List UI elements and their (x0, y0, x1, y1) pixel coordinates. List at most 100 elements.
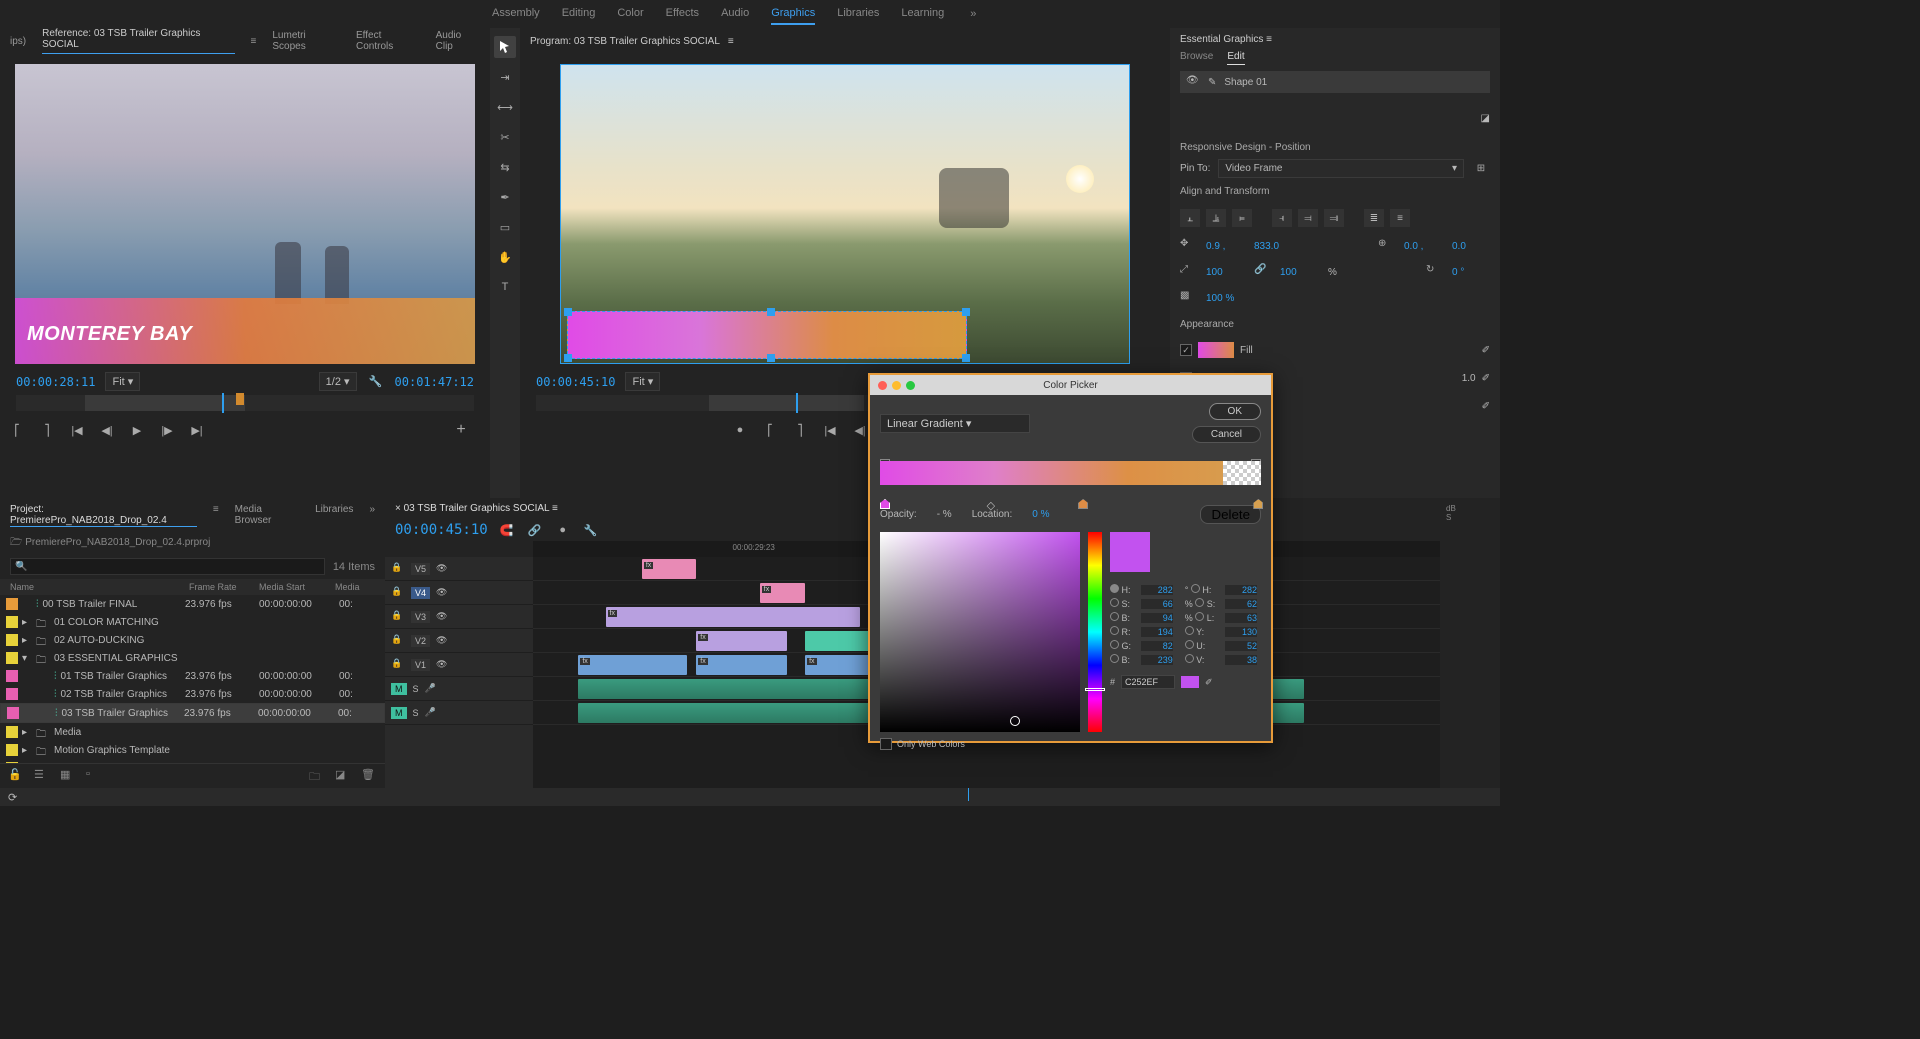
dialog-titlebar[interactable]: Color Picker (870, 375, 1271, 395)
go-out-icon[interactable]: ▶| (188, 421, 206, 439)
minimize-icon[interactable] (892, 381, 901, 390)
ws-assembly[interactable]: Assembly (492, 3, 540, 25)
lock-icon[interactable]: 🔒 (391, 562, 405, 576)
bb-input[interactable] (1141, 655, 1173, 665)
step-back-icon[interactable]: ◀| (851, 421, 869, 439)
project-item[interactable]: ▸🗀Media (0, 723, 385, 741)
menu-icon[interactable]: ≡ (213, 504, 219, 527)
gradient-type-select[interactable]: Linear Gradient ▾ (880, 414, 1030, 433)
mark-in-icon[interactable]: ⎡ (761, 421, 779, 439)
new-layer-icon[interactable]: ◪ (1481, 113, 1490, 124)
reference-monitor[interactable]: MONTEREY BAY (15, 64, 475, 364)
sync-icon[interactable]: ⟳ (8, 791, 17, 804)
eg-tab-browse[interactable]: Browse (1180, 51, 1213, 65)
col-name[interactable]: Name (10, 582, 189, 592)
align-bottom-icon[interactable]: ⫥ (1324, 209, 1344, 227)
opacity[interactable]: 100 % (1206, 293, 1244, 304)
hand-tool-icon[interactable]: ✋ (494, 246, 516, 268)
project-item[interactable]: ▸🗀Motion Graphics Template (0, 741, 385, 759)
track-v2[interactable]: V2 (411, 635, 430, 647)
go-in-icon[interactable]: |◀ (821, 421, 839, 439)
opacity-stop[interactable] (880, 449, 890, 459)
distribute-v-icon[interactable]: ≡ (1390, 209, 1410, 227)
zoom-icon[interactable] (906, 381, 915, 390)
align-right-icon[interactable]: ⫢ (1232, 209, 1252, 227)
g-radio[interactable] (1110, 640, 1119, 649)
track-a2[interactable]: M (391, 707, 407, 719)
opacity-stop[interactable] (1251, 449, 1261, 459)
cancel-button[interactable]: Cancel (1192, 426, 1261, 443)
linked-sel-icon[interactable]: 🔗 (526, 521, 544, 539)
rotation[interactable]: 0 ° (1452, 267, 1490, 278)
track-v3[interactable]: V3 (411, 611, 430, 623)
lock-icon[interactable]: 🔒 (391, 658, 405, 672)
layer-row[interactable]: 👁 ✎ Shape 01 (1180, 71, 1490, 93)
eg-tab-edit[interactable]: Edit (1227, 51, 1244, 65)
add-marker-icon[interactable]: + (452, 421, 470, 439)
menu-icon[interactable]: ≡ (251, 36, 257, 47)
ws-audio[interactable]: Audio (721, 3, 749, 25)
track-select-tool-icon[interactable]: ⇥ (494, 66, 516, 88)
align-left-icon[interactable]: ⫠ (1180, 209, 1200, 227)
ref-timecode-left[interactable]: 00:00:28:11 (16, 375, 95, 389)
pin-to-select[interactable]: Video Frame ▾ (1218, 159, 1464, 178)
col-media[interactable]: Media (335, 582, 375, 592)
align-middle-icon[interactable]: ⫤ (1298, 209, 1318, 227)
toggle-icon[interactable]: 👁 (436, 635, 447, 646)
align-top-icon[interactable]: ⫣ (1272, 209, 1292, 227)
close-icon[interactable] (878, 381, 887, 390)
r-input[interactable] (1141, 627, 1173, 637)
l-radio[interactable] (1195, 612, 1204, 621)
color-stop[interactable] (1078, 489, 1088, 499)
razor-tool-icon[interactable]: ✂ (494, 126, 516, 148)
eyedropper-icon[interactable]: ✐ (1482, 373, 1490, 384)
project-item[interactable]: ▾🗀03 ESSENTIAL GRAPHICS (0, 649, 385, 667)
toggle-icon[interactable]: 👁 (436, 659, 447, 670)
mark-out-icon[interactable]: ⎤ (791, 421, 809, 439)
program-monitor[interactable] (560, 64, 1130, 364)
eyedropper-icon[interactable]: ✐ (1205, 677, 1213, 688)
pin-grid-icon[interactable]: ⊞ (1472, 160, 1490, 178)
delete-icon[interactable]: 🗑 (361, 768, 377, 784)
ws-libraries[interactable]: Libraries (837, 3, 879, 25)
hex-input[interactable] (1121, 675, 1175, 689)
mic-icon[interactable]: 🎤 (425, 707, 436, 718)
pos-x[interactable]: 0.9 , (1206, 241, 1244, 252)
markers-icon[interactable]: ● (554, 521, 572, 539)
delete-stop-button[interactable]: Delete (1200, 505, 1261, 524)
add-marker-icon[interactable]: ● (731, 421, 749, 439)
freeform-view-icon[interactable]: ▫ (86, 768, 102, 784)
lock-icon[interactable]: 🔒 (391, 634, 405, 648)
mark-out-icon[interactable]: ⎤ (38, 421, 56, 439)
y-radio[interactable] (1185, 626, 1194, 635)
project-item[interactable]: ⫶03 TSB Trailer Graphics23.976 fps00:00:… (0, 703, 385, 723)
overflow-icon[interactable]: » (369, 504, 375, 527)
list-view-icon[interactable]: ☰ (34, 768, 50, 784)
step-fwd-icon[interactable]: |▶ (158, 421, 176, 439)
effect-controls-tab[interactable]: Effect Controls (356, 30, 420, 52)
prog-zoom-select[interactable]: Fit ▾ (625, 372, 660, 391)
align-center-h-icon[interactable]: ⫡ (1206, 209, 1226, 227)
step-back-icon[interactable]: ◀| (98, 421, 116, 439)
r-radio[interactable] (1110, 626, 1119, 635)
ws-editing[interactable]: Editing (562, 3, 596, 25)
menu-icon[interactable]: ≡ (728, 36, 734, 47)
ref-res-select[interactable]: 1/2 ▾ (319, 372, 357, 391)
icon-view-icon[interactable]: ▦ (60, 768, 76, 784)
timeline-timecode[interactable]: 00:00:45:10 (395, 522, 488, 538)
s-input[interactable] (1141, 599, 1173, 609)
libraries-tab[interactable]: Libraries (315, 504, 353, 527)
toggle-icon[interactable]: 👁 (436, 611, 447, 622)
scale-h[interactable]: 100 (1280, 267, 1318, 278)
type-tool-icon[interactable]: T (494, 276, 516, 298)
b-radio[interactable] (1110, 612, 1119, 621)
h-radio[interactable] (1110, 584, 1119, 593)
gradient-preview[interactable] (880, 461, 1261, 485)
fill-checkbox[interactable] (1180, 344, 1192, 356)
fill-swatch[interactable] (1198, 342, 1234, 358)
ws-learning[interactable]: Learning (901, 3, 944, 25)
ripple-tool-icon[interactable]: ⟷ (494, 96, 516, 118)
only-web-colors-checkbox[interactable] (880, 738, 892, 750)
track-v4[interactable]: V4 (411, 587, 430, 599)
ref-zoom-select[interactable]: Fit ▾ (105, 372, 140, 391)
